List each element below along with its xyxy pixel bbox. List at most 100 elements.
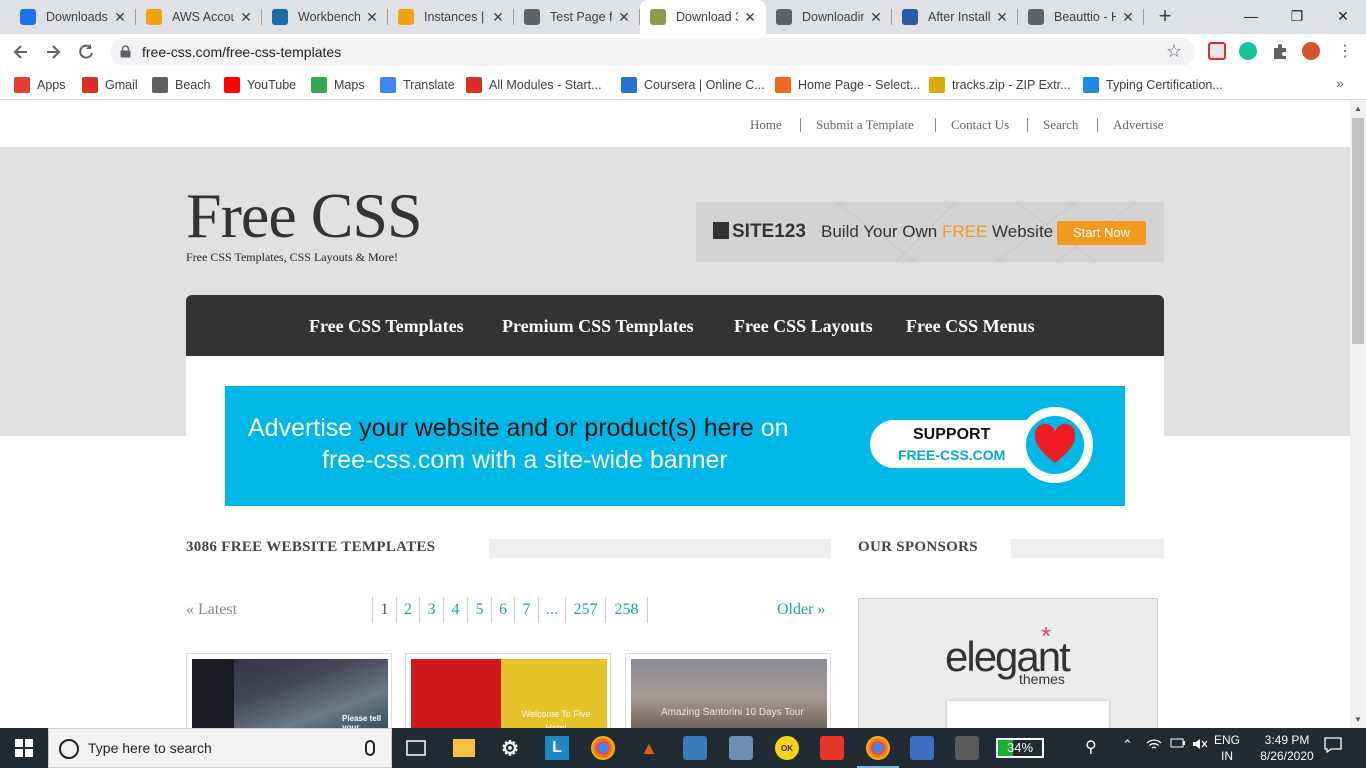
bookmark-item[interactable]: tracks.zip - ZIP Extr... — [929, 76, 1071, 94]
chrome-taskbar-icon[interactable] — [591, 736, 615, 760]
advertise-banner[interactable]: Advertise your website and or product(s)… — [225, 386, 1125, 506]
network-app-icon[interactable] — [729, 736, 753, 760]
latest-link[interactable]: « Latest — [186, 601, 237, 619]
vpn-app-icon[interactable] — [955, 736, 979, 760]
bookmark-item[interactable]: YouTube — [224, 76, 296, 94]
topnav-home[interactable]: Home — [750, 117, 782, 133]
older-link[interactable]: Older » — [777, 601, 825, 619]
nav-free-css-layouts[interactable]: Free CSS Layouts — [734, 316, 873, 337]
site123-ad[interactable]: SITE123 Build Your Own FREE Website Star… — [696, 202, 1164, 262]
elegant-themes-ad[interactable]: elegant * themes — [858, 598, 1158, 728]
nav-premium-css-templates[interactable]: Premium CSS Templates — [502, 316, 694, 337]
browser-tab[interactable]: Workbench ✕ — [262, 0, 388, 34]
taskbar-clock[interactable]: 3:49 PM 8/26/2020 — [1252, 732, 1322, 764]
minimize-button[interactable]: — — [1228, 0, 1274, 32]
new-tab-button[interactable]: + — [1154, 5, 1176, 27]
server-app-icon[interactable] — [910, 736, 934, 760]
close-tab-icon[interactable]: ✕ — [364, 9, 380, 26]
close-window-button[interactable]: ✕ — [1320, 0, 1366, 32]
scroll-up-icon[interactable]: ▲ — [1350, 101, 1366, 117]
reload-button[interactable] — [75, 41, 97, 63]
forward-button[interactable] — [42, 41, 64, 63]
bookmark-item[interactable]: Apps — [14, 76, 66, 94]
close-tab-icon[interactable]: ✕ — [868, 9, 884, 26]
url-text[interactable]: free-css.com/free-css-templates — [142, 44, 341, 60]
site-logo[interactable]: Free CSS — [186, 179, 423, 253]
close-tab-icon[interactable]: ✕ — [994, 9, 1010, 26]
pager-page[interactable]: 257 — [565, 597, 605, 623]
bookmark-item[interactable]: Coursera | Online C... — [621, 76, 765, 94]
chrome-active-icon[interactable] — [866, 736, 890, 760]
bookmarks-overflow-icon[interactable]: » — [1336, 75, 1344, 91]
close-tab-icon[interactable]: ✕ — [1120, 9, 1136, 26]
bookmark-item[interactable]: Home Page - Select... — [775, 76, 920, 94]
page-scrollbar-thumb[interactable] — [1352, 118, 1364, 344]
matlab-icon[interactable]: ▲ — [637, 736, 661, 760]
chrome-menu-icon[interactable]: ⋮ — [1334, 41, 1356, 63]
bookmark-item[interactable]: Typing Certification... — [1083, 76, 1223, 94]
bookmark-item[interactable]: All Modules - Start... — [466, 76, 602, 94]
bookmark-item[interactable]: Gmail — [82, 76, 138, 94]
anydesk-icon[interactable] — [820, 736, 844, 760]
browser-tab[interactable]: Downloadin ✕ — [766, 0, 892, 34]
topnav-advertise[interactable]: Advertise — [1113, 117, 1164, 133]
bookmark-item[interactable]: Beach — [152, 76, 210, 94]
bookmark-star-icon[interactable]: ☆ — [1166, 41, 1182, 62]
close-tab-icon[interactable]: ✕ — [616, 9, 632, 26]
pager-page[interactable]: 6 — [491, 597, 514, 623]
browser-tab[interactable]: Downloads ✕ — [10, 0, 136, 34]
close-tab-icon[interactable]: ✕ — [238, 9, 254, 26]
template-thumb-3[interactable]: Amazing Santorini 10 Days Tour — [625, 653, 831, 728]
pager-page[interactable]: 258 — [605, 597, 647, 623]
microphone-icon[interactable] — [365, 740, 375, 756]
browser-tab[interactable]: Beauttio - H ✕ — [1018, 0, 1144, 34]
show-hidden-icons[interactable]: ⌃ — [1122, 737, 1133, 753]
file-explorer-icon[interactable] — [453, 739, 475, 757]
nav-free-css-menus[interactable]: Free CSS Menus — [906, 316, 1035, 337]
wifi-icon[interactable] — [1146, 737, 1162, 754]
people-icon[interactable]: ⚲ — [1085, 737, 1097, 757]
grammarly-extension-icon[interactable] — [1239, 42, 1257, 60]
restore-button[interactable]: ❐ — [1274, 0, 1320, 32]
notifications-icon[interactable] — [1324, 737, 1342, 758]
power-icon[interactable] — [1170, 737, 1186, 752]
extensions-puzzle-icon[interactable] — [1271, 42, 1289, 60]
cast-extension-icon[interactable] — [1208, 42, 1226, 60]
back-button[interactable] — [10, 41, 32, 63]
close-tab-icon[interactable]: ✕ — [742, 9, 758, 26]
remote-desktop-icon[interactable] — [683, 736, 707, 760]
topnav-submit-template[interactable]: Submit a Template — [816, 117, 914, 133]
start-now-button[interactable]: Start Now — [1057, 221, 1146, 245]
close-tab-icon[interactable]: ✕ — [112, 9, 128, 26]
pager-page[interactable]: 2 — [396, 597, 419, 623]
browser-tab[interactable]: Instances | E ✕ — [388, 0, 514, 34]
topnav-search[interactable]: Search — [1043, 117, 1078, 133]
close-tab-icon[interactable]: ✕ — [490, 9, 506, 26]
browser-tab[interactable]: AWS Accou ✕ — [136, 0, 262, 34]
template-thumb-1[interactable]: Please tell your friends — [186, 653, 392, 728]
template-thumb-2[interactable]: Welcome To Five Hotel — [405, 653, 611, 728]
pager-page[interactable]: 5 — [467, 597, 491, 623]
windows-start-icon[interactable] — [12, 736, 36, 760]
bookmark-item[interactable]: Maps — [311, 76, 365, 94]
ok-app-icon[interactable]: OK — [775, 736, 799, 760]
pager-page[interactable]: 4 — [443, 597, 467, 623]
input-language[interactable]: ENG IN — [1214, 732, 1240, 764]
browser-tab[interactable]: Download 3 ✕ — [640, 0, 766, 34]
settings-gear-icon[interactable]: ⚙ — [498, 736, 522, 760]
taskbar-search-box[interactable]: Type here to search — [48, 728, 392, 768]
pager-page[interactable]: 3 — [419, 597, 443, 623]
scroll-down-icon[interactable]: ▼ — [1350, 712, 1366, 728]
battery-indicator[interactable]: 34% — [996, 738, 1044, 758]
pager-page[interactable]: 7 — [514, 597, 538, 623]
volume-muted-icon[interactable] — [1192, 737, 1208, 754]
profile-avatar[interactable] — [1302, 42, 1320, 60]
lms-app-icon[interactable]: L — [545, 736, 569, 760]
bookmark-item[interactable]: Translate — [380, 76, 455, 94]
topnav-contact[interactable]: Contact Us — [951, 117, 1009, 133]
browser-tab[interactable]: Test Page fo ✕ — [514, 0, 640, 34]
nav-free-css-templates[interactable]: Free CSS Templates — [309, 316, 464, 337]
task-view-icon[interactable] — [404, 736, 428, 760]
pager-page[interactable]: 1 — [372, 597, 396, 623]
browser-tab[interactable]: After Install ✕ — [892, 0, 1018, 34]
